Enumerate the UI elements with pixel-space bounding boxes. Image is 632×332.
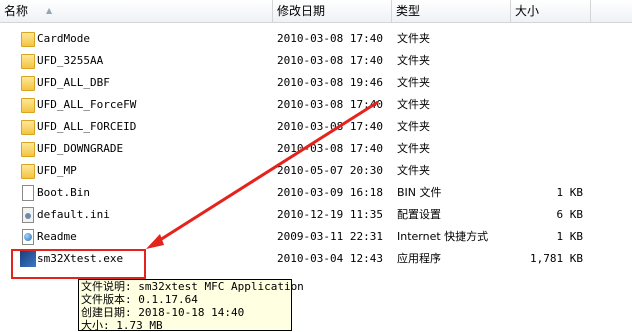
file-size: 1 KB [556,186,584,199]
folder-icon [21,54,35,69]
file-name: UFD_3255AA [37,54,104,67]
internet-shortcut-icon [22,229,34,245]
file-row[interactable]: default.ini 2010-12-19 11:35 配置设置 6 KB [0,204,632,226]
file-type: 文件夹 [397,120,430,133]
folder-icon [21,142,35,157]
file-row[interactable]: UFD_ALL_FORCEID 2010-03-08 17:40 文件夹 [0,116,632,138]
tooltip-description: 文件说明: sm32xtest MFC Application [81,280,304,293]
column-header-name[interactable]: 名称 ▲ [0,0,273,22]
file-type: 文件夹 [397,164,430,177]
file-icon [22,185,34,201]
file-row[interactable]: Boot.Bin 2010-03-09 16:18 BIN 文件 1 KB [0,182,632,204]
file-size: 6 KB [556,208,584,221]
file-name: UFD_ALL_DBF [37,76,110,89]
folder-icon [21,164,35,179]
file-row[interactable]: UFD_ALL_DBF 2010-03-08 19:46 文件夹 [0,72,632,94]
file-type: 文件夹 [397,142,430,155]
folder-icon [21,98,35,113]
file-name: UFD_DOWNGRADE [37,142,124,155]
folder-icon [21,32,35,47]
file-row[interactable]: UFD_DOWNGRADE 2010-03-08 17:40 文件夹 [0,138,632,160]
file-date: 2010-03-08 17:40 [277,32,383,45]
column-header-bar: 名称 ▲ 修改日期 类型 大小 [0,0,632,23]
file-date: 2010-12-19 11:35 [277,208,383,221]
file-row[interactable]: UFD_ALL_ForceFW 2010-03-08 17:40 文件夹 [0,94,632,116]
file-date: 2010-03-08 17:40 [277,98,383,111]
highlight-box [11,249,146,279]
folder-icon [21,120,35,135]
file-type: 文件夹 [397,54,430,67]
file-name: UFD_ALL_FORCEID [37,120,137,133]
sort-ascending-icon: ▲ [46,6,53,15]
file-date: 2010-03-04 12:43 [277,252,383,265]
file-date: 2010-03-08 17:40 [277,142,383,155]
tooltip-version: 文件版本: 0.1.17.64 [81,293,198,306]
file-name: UFD_ALL_ForceFW [37,98,137,111]
file-date: 2010-03-08 17:40 [277,120,383,133]
file-type: BIN 文件 [397,186,442,199]
file-date: 2009-03-11 22:31 [277,230,383,243]
settings-file-icon [22,207,34,223]
file-row[interactable]: Readme 2009-03-11 22:31 Internet 快捷方式 1 … [0,226,632,248]
folder-icon [21,76,35,91]
tooltip-size: 大小: 1.73 MB [81,319,163,332]
column-header-size[interactable]: 大小 [511,0,591,22]
column-header-date-label: 修改日期 [277,4,326,18]
column-header-size-label: 大小 [515,4,540,18]
file-date: 2010-03-08 17:40 [277,54,383,67]
column-header-name-label: 名称 [4,4,29,18]
file-size: 1 KB [556,230,584,243]
file-name: CardMode [37,32,90,45]
tooltip-created: 创建日期: 2018-10-18 14:40 [81,306,245,319]
file-size: 1,781 KB [530,252,583,265]
file-type: 文件夹 [397,98,430,111]
file-row[interactable]: UFD_MP 2010-05-07 20:30 文件夹 [0,160,632,182]
file-name: default.ini [37,208,110,221]
file-type: 文件夹 [397,76,430,89]
file-date: 2010-03-08 19:46 [277,76,383,89]
column-header-date[interactable]: 修改日期 [273,0,392,22]
file-row[interactable]: UFD_3255AA 2010-03-08 17:40 文件夹 [0,50,632,72]
column-header-type-label: 类型 [396,4,421,18]
file-row[interactable]: CardMode 2010-03-08 17:40 文件夹 [0,28,632,50]
file-name: UFD_MP [37,164,77,177]
file-date: 2010-05-07 20:30 [277,164,383,177]
column-header-type[interactable]: 类型 [392,0,511,22]
file-name: Boot.Bin [37,186,90,199]
file-name: Readme [37,230,77,243]
file-tooltip: 文件说明: sm32xtest MFC Application 文件版本: 0.… [78,279,304,332]
file-type: 应用程序 [397,252,441,265]
file-date: 2010-03-09 16:18 [277,186,383,199]
file-type: 文件夹 [397,32,430,45]
file-type: 配置设置 [397,208,441,221]
file-type: Internet 快捷方式 [397,230,489,243]
